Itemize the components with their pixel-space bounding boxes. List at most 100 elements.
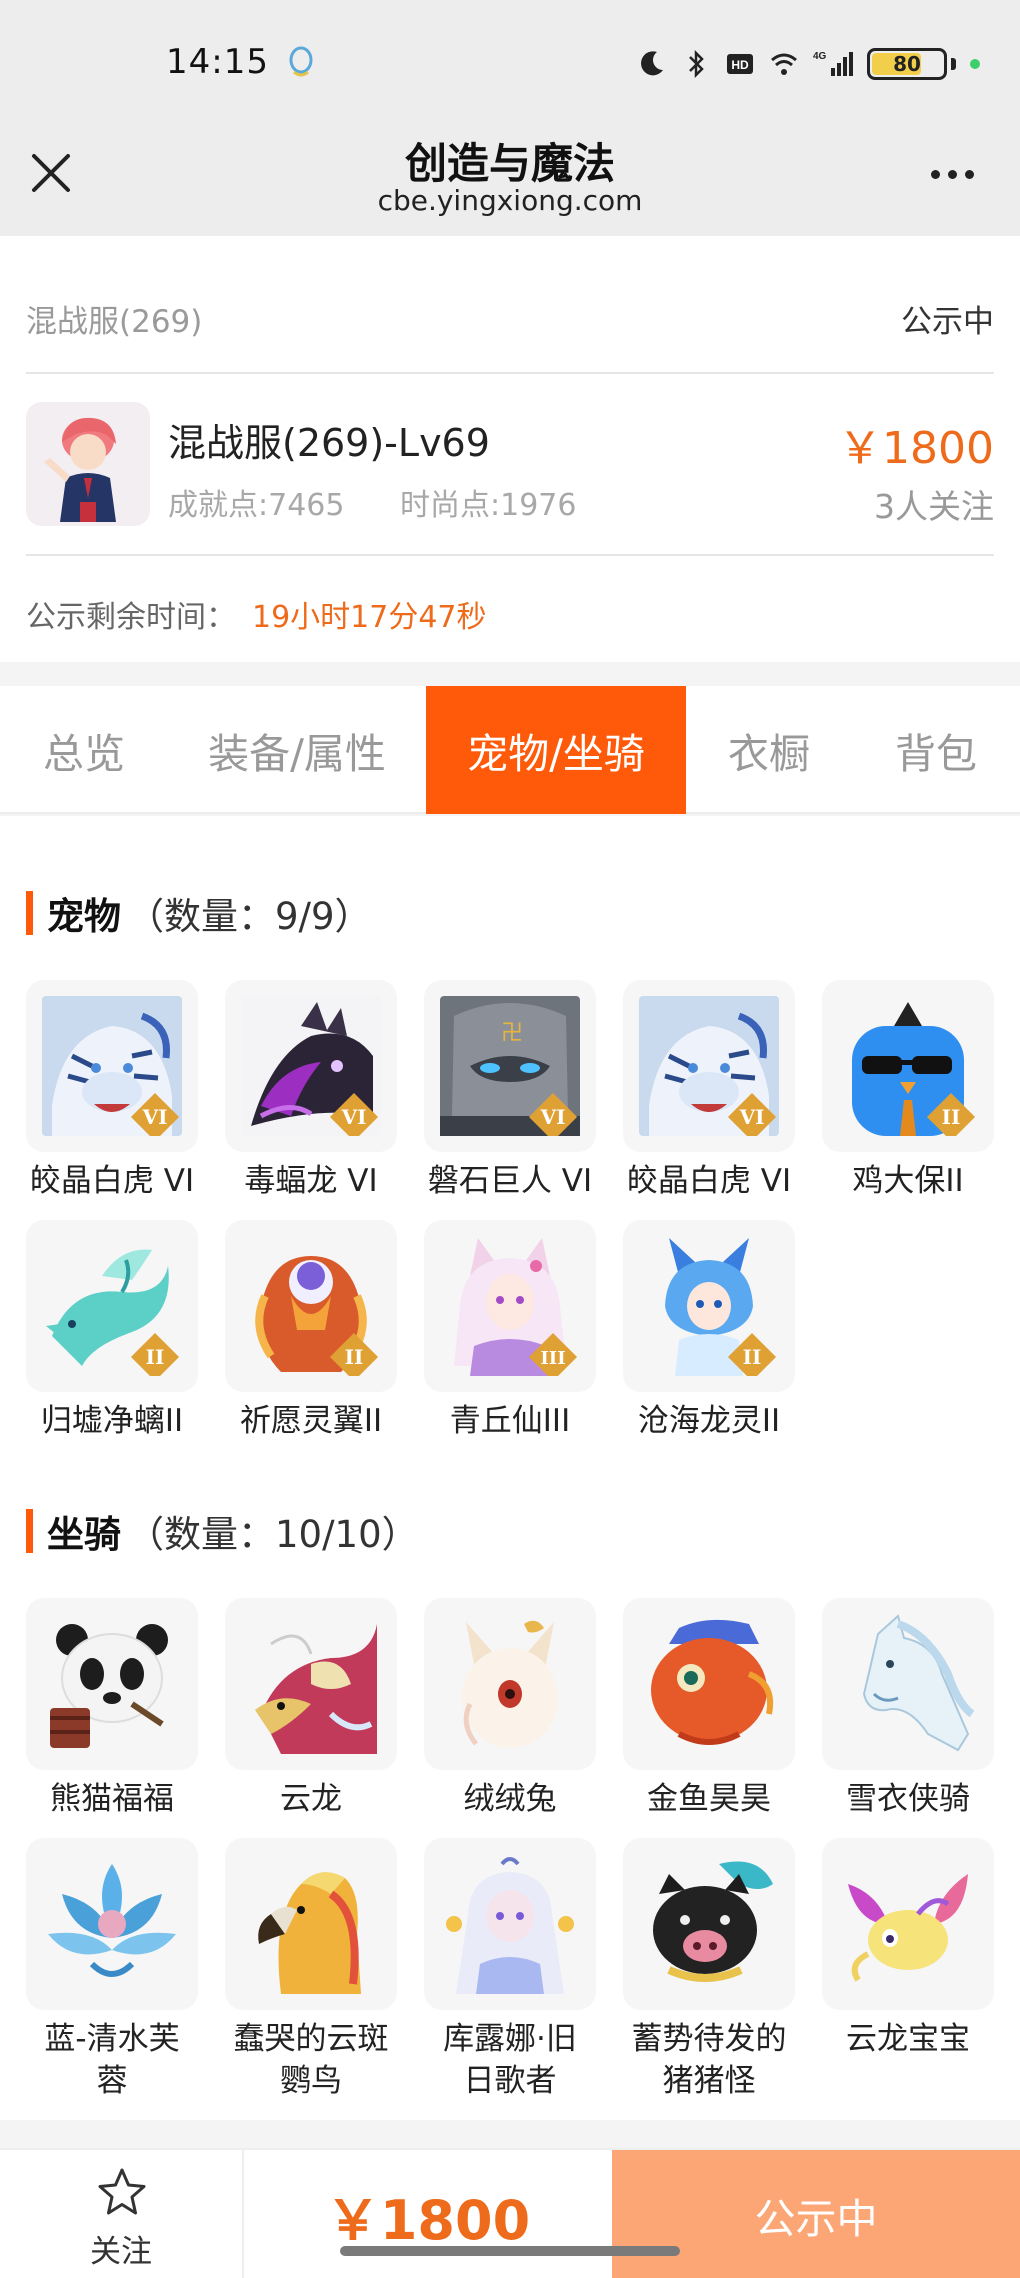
section-name: 宠物 <box>47 895 121 938</box>
pig-monster-icon <box>639 1854 779 1994</box>
mount-thumbnail <box>26 1838 198 2010</box>
rank-badge: III <box>540 1348 565 1369</box>
stone-giant-icon: 卍 VI <box>440 996 580 1136</box>
mount-name: 熊猫福福 <box>26 1778 198 1820</box>
pet-item[interactable]: VI 皎晶白虎 VI <box>623 980 795 1202</box>
pet-item[interactable]: VI 皎晶白虎 VI <box>26 980 198 1202</box>
rank-badge: VI <box>739 1105 765 1129</box>
mount-item[interactable]: 雪衣侠骑 <box>822 1598 994 1820</box>
mount-item[interactable]: 云龙宝宝 <box>822 1838 994 2060</box>
water-dragon-icon: II <box>42 1236 182 1376</box>
pet-thumbnail: II <box>26 1220 198 1392</box>
rank-badge: II <box>942 1105 961 1129</box>
mount-name: 库露娜·旧 日歌者 <box>424 2018 596 2102</box>
mount-item[interactable]: 库露娜·旧 日歌者 <box>424 1838 596 2102</box>
mount-thumbnail <box>225 1838 397 2010</box>
mount-item[interactable]: 金鱼昊昊 <box>623 1598 795 1820</box>
tab-overview[interactable]: 总览 <box>0 686 168 814</box>
rank-badge: II <box>146 1345 165 1369</box>
more-menu-icon[interactable] <box>931 170 974 179</box>
snow-horse-icon <box>838 1614 978 1754</box>
section-count: （数量：10/10） <box>127 1513 419 1556</box>
goldfish-icon <box>639 1614 779 1754</box>
pet-item[interactable]: II 鸡大保II <box>822 980 994 1202</box>
mount-name: 云龙 <box>225 1778 397 1820</box>
pet-name: 归墟净螭II <box>40 1403 184 1439</box>
achievement-points: 成就点:7465 <box>168 488 345 523</box>
tab-wardrobe[interactable]: 衣橱 <box>686 686 852 814</box>
bottom-price: ￥1800 <box>325 2188 531 2252</box>
pet-item[interactable]: III 青丘仙III <box>424 1220 596 1442</box>
wifi-icon <box>771 53 797 75</box>
pet-name: 皎晶白虎 VI <box>626 1163 792 1199</box>
rank-badge: II <box>345 1345 364 1369</box>
pet-name: 青丘仙III <box>449 1403 571 1439</box>
pet-item[interactable]: II 沧海龙灵II <box>623 1220 795 1442</box>
mount-name-line: 蓉 <box>96 2063 128 2099</box>
pet-thumbnail: III <box>424 1220 596 1392</box>
network-type-label: 4G <box>813 51 827 62</box>
pet-item[interactable]: 卍 VI 磐石巨人 VI <box>424 980 596 1202</box>
mount-thumbnail <box>623 1838 795 2010</box>
chicken-bodyguard-icon: II <box>838 996 978 1136</box>
listing-info-card: 混战服(269) 公示中 混战服(269)-Lv69 成就点:7465 时尚点:… <box>0 236 1020 662</box>
white-tiger-icon: VI <box>42 996 182 1136</box>
tab-equipment[interactable]: 装备/属性 <box>168 686 426 814</box>
signal-4g-icon: 4G <box>813 51 853 76</box>
pet-item[interactable]: II 归墟净螭II <box>26 1220 198 1442</box>
follow-button[interactable]: 关注 <box>0 2150 244 2278</box>
status-icons: HD 4G 80 <box>637 46 980 82</box>
pet-thumbnail: II <box>225 1220 397 1392</box>
sea-dragon-spirit-icon: II <box>639 1236 779 1376</box>
server-name: 混战服(269) <box>26 304 203 340</box>
bluetooth-icon <box>689 49 704 79</box>
venom-bat-dragon-icon: VI <box>241 996 381 1136</box>
mount-item[interactable]: 蠢哭的云斑 鹦鸟 <box>225 1838 397 2102</box>
divider <box>26 554 994 556</box>
mount-name: 雪衣侠骑 <box>822 1778 994 1820</box>
mount-item[interactable]: 蓄势待发的 猪猪怪 <box>623 1838 795 2102</box>
mount-name: 云龙宝宝 <box>822 2018 994 2060</box>
app-header: 创造与魔法 cbe.yingxiong.com <box>0 132 1020 236</box>
home-indicator[interactable] <box>340 2246 680 2256</box>
pet-item[interactable]: VI 毒蝠龙 VI <box>225 980 397 1202</box>
mount-item[interactable]: 绒绒兔 <box>424 1598 596 1820</box>
mount-thumbnail <box>424 1598 596 1770</box>
pet-name: 皎晶白虎 VI <box>29 1163 195 1199</box>
tab-backpack[interactable]: 背包 <box>852 686 1020 814</box>
remaining-time-label: 公示剩余时间： <box>26 600 236 635</box>
mount-name-line: 雪衣侠骑 <box>846 1781 970 1817</box>
pet-thumbnail: VI <box>26 980 198 1152</box>
public-notice-button[interactable]: 公示中 <box>612 2150 1020 2278</box>
tab-pets-mounts[interactable]: 宠物/坐骑 <box>426 686 686 814</box>
page-title: 创造与魔法 <box>404 139 615 188</box>
pet-thumbnail: II <box>623 1220 795 1392</box>
mount-name: 绒绒兔 <box>424 1778 596 1820</box>
mount-item[interactable]: 云龙 <box>225 1598 397 1820</box>
pet-name: 祈愿灵翼II <box>239 1403 383 1439</box>
wish-spirit-wing-icon: II <box>241 1236 381 1376</box>
character-avatar <box>26 402 150 526</box>
pet-item[interactable]: II 祈愿灵翼II <box>225 1220 397 1442</box>
pet-name: 沧海龙灵II <box>637 1403 781 1439</box>
follower-count: 3人关注 <box>874 487 994 526</box>
lotus-icon <box>42 1854 182 1994</box>
rank-badge: II <box>743 1345 762 1369</box>
page-url: cbe.yingxiong.com <box>377 184 643 217</box>
mount-item[interactable]: 熊猫福福 <box>26 1598 198 1820</box>
status-bar: 14:15 HD 4G 80 <box>0 0 1020 132</box>
mount-name-line: 云龙宝宝 <box>846 2021 970 2057</box>
rank-badge: VI <box>142 1105 168 1129</box>
mount-name-line: 绒绒兔 <box>463 1781 557 1817</box>
mount-name-line: 金鱼昊昊 <box>647 1781 771 1817</box>
status-time: 14:15 <box>166 42 269 82</box>
songstress-icon <box>440 1854 580 1994</box>
mount-name-line: 鹦鸟 <box>280 2063 342 2099</box>
svg-text:HD: HD <box>731 58 749 72</box>
fluffy-rabbit-icon <box>440 1614 580 1754</box>
remaining-time-value: 19小时17分47秒 <box>252 600 487 635</box>
mount-item[interactable]: 蓝-清水芙 蓉 <box>26 1838 198 2102</box>
fox-fairy-icon: III <box>440 1236 580 1376</box>
mount-thumbnail <box>822 1838 994 2010</box>
pets-mounts-panel: 宠物 （数量：9/9） VI 皎晶白虎 VI VI 毒蝠龙 VI 卍 VI 磐石… <box>0 816 1020 2120</box>
